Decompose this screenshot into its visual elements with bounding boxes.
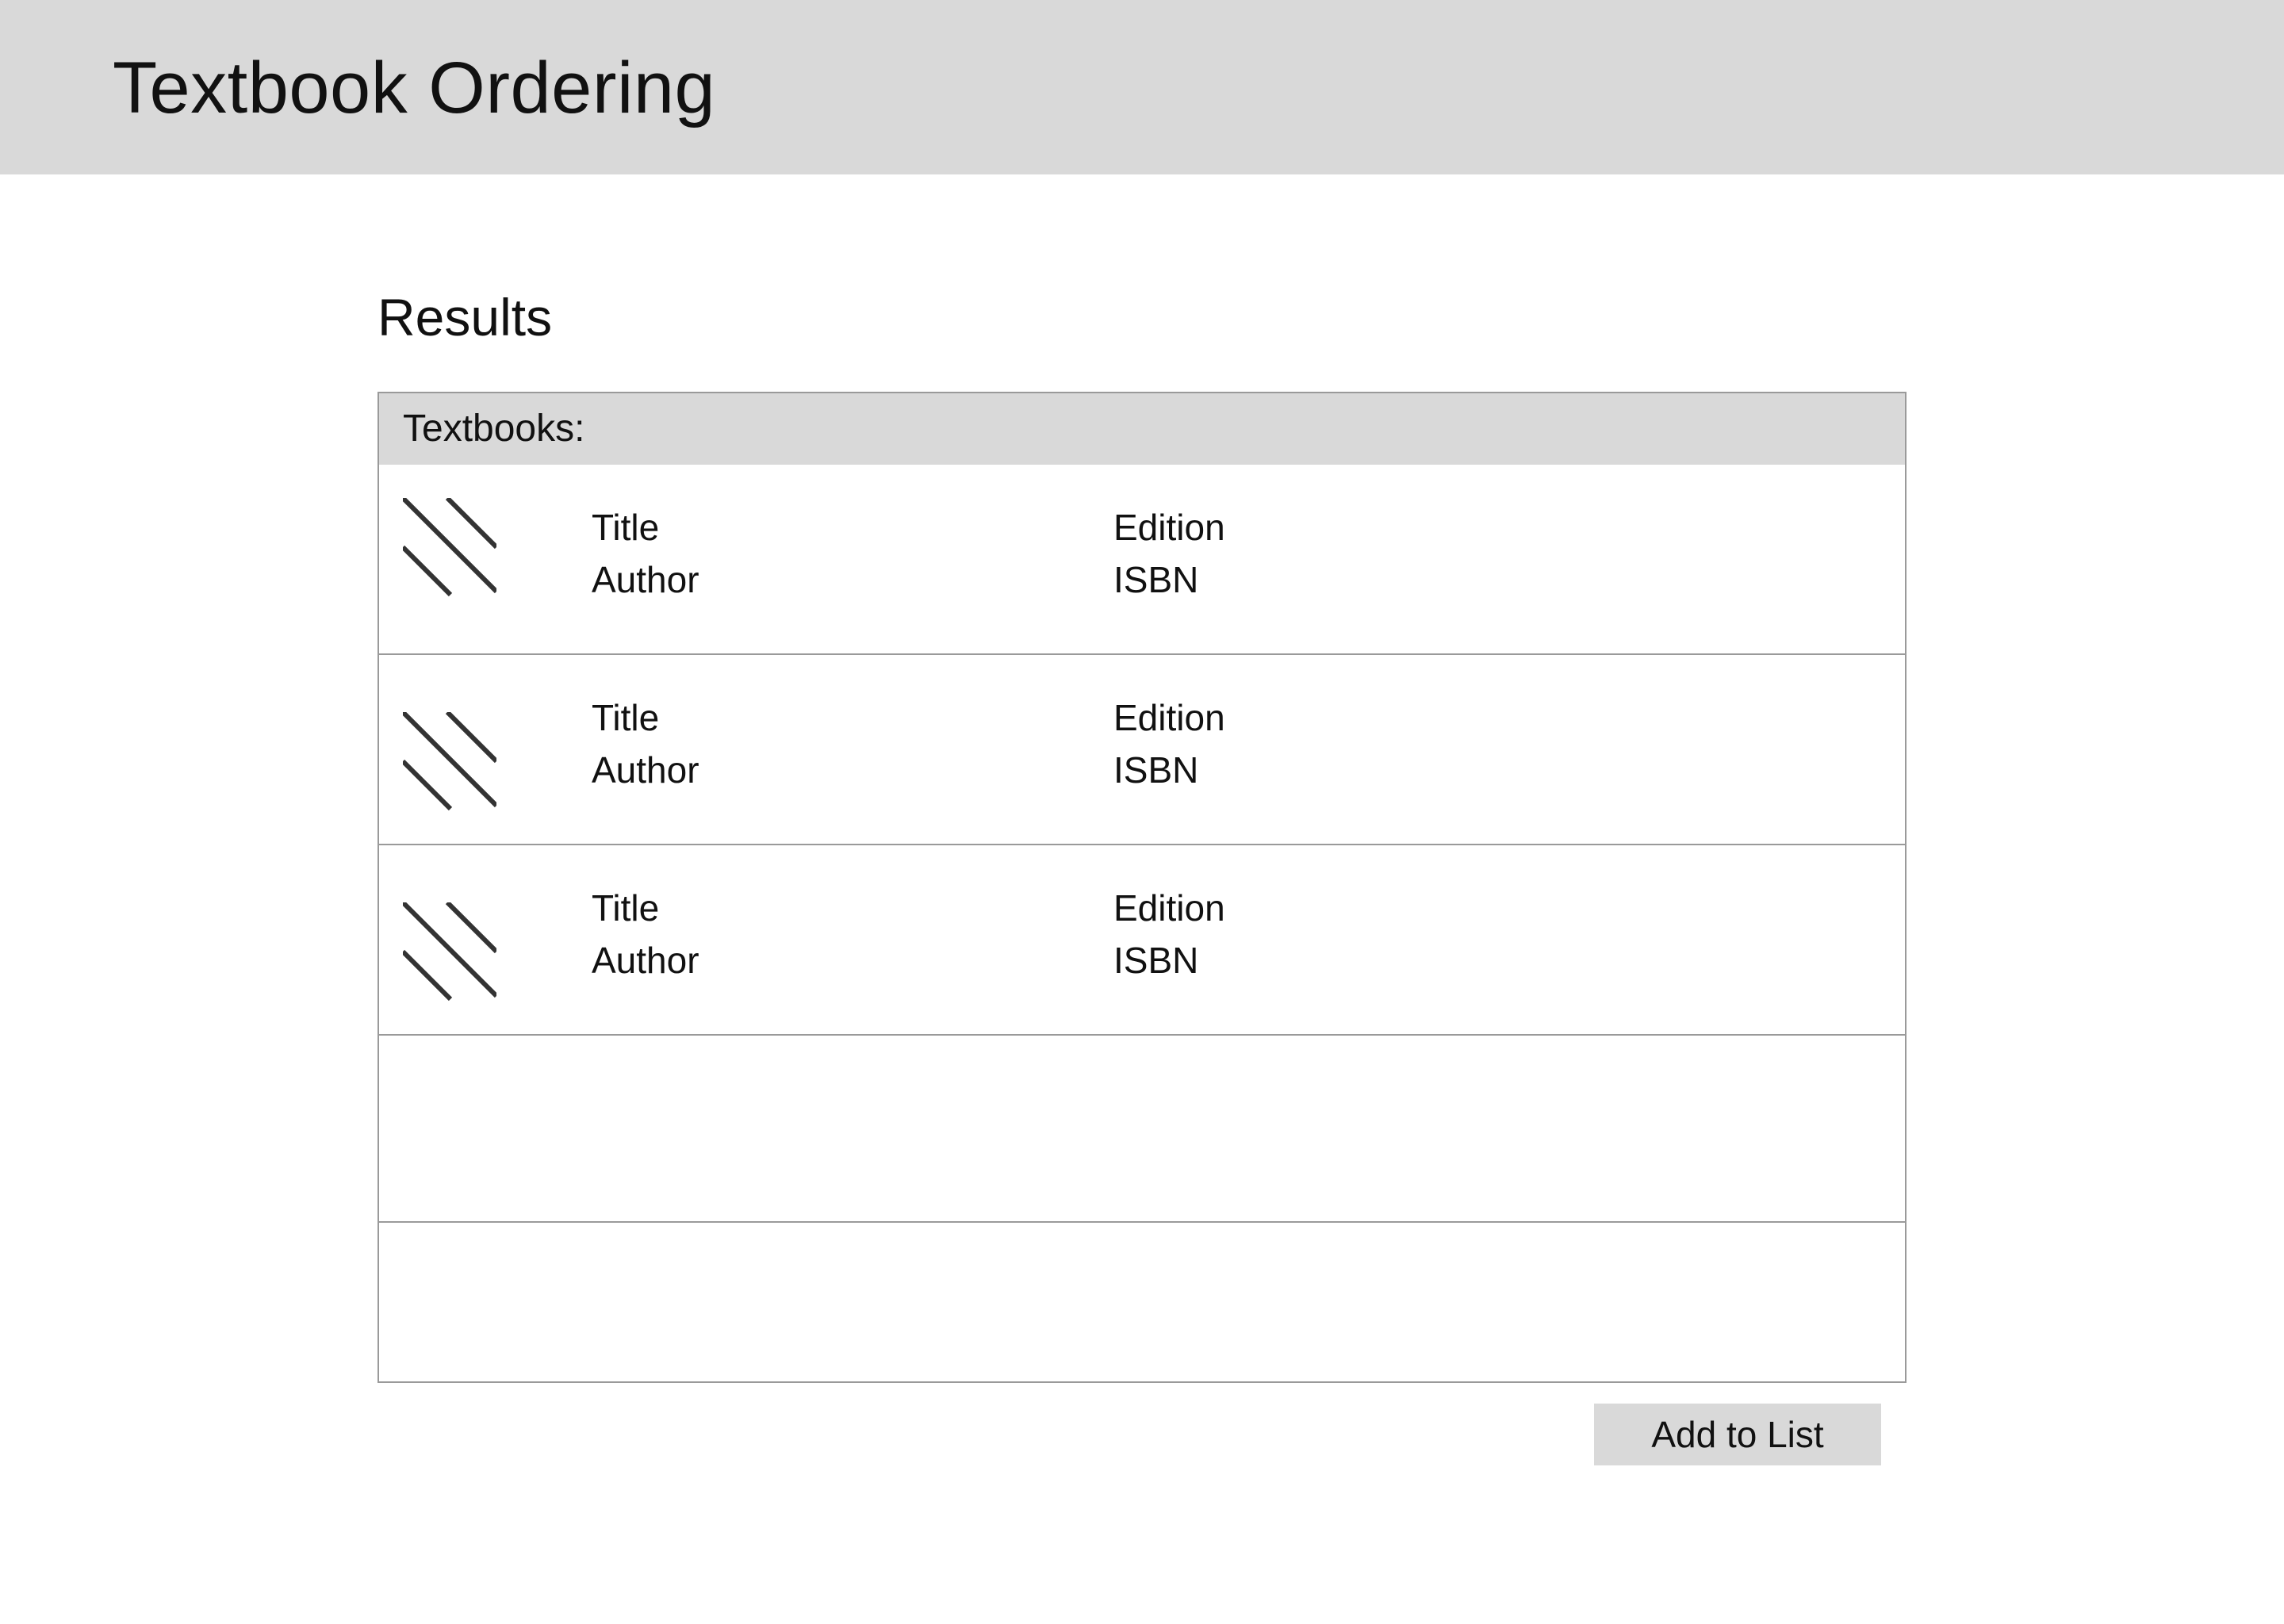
textbook-title: Title [592, 697, 660, 738]
results-heading: Results [377, 288, 553, 347]
textbook-isbn: ISBN [1113, 559, 1199, 600]
add-to-list-button[interactable]: Add to List [1594, 1404, 1881, 1465]
empty-row [379, 1036, 1905, 1223]
textbook-row[interactable]: Title Author Edition ISBN [379, 655, 1905, 845]
textbook-edition: Edition [1113, 507, 1225, 548]
image-placeholder-icon [403, 902, 496, 1009]
textbook-author: Author [592, 749, 699, 791]
textbook-title: Title [592, 887, 660, 929]
textbook-row[interactable]: Title Author Edition ISBN [379, 845, 1905, 1036]
empty-row [379, 1223, 1905, 1381]
textbook-edition: Edition [1113, 697, 1225, 738]
textbook-author: Author [592, 559, 699, 600]
textbook-isbn: ISBN [1113, 940, 1199, 981]
textbook-title: Title [592, 507, 660, 548]
app-title: Textbook Ordering [113, 48, 716, 128]
results-list-header: Textbooks: [379, 393, 1905, 465]
textbook-author: Author [592, 940, 699, 981]
textbook-row[interactable]: Title Author Edition ISBN [379, 465, 1905, 655]
image-placeholder-icon [403, 712, 496, 818]
textbook-results-list: Textbooks: Title Author Edition ISBN Tit… [377, 392, 1907, 1383]
app-header: Textbook Ordering [0, 0, 2284, 174]
textbook-isbn: ISBN [1113, 749, 1199, 791]
results-list-label: Textbooks: [403, 408, 585, 450]
image-placeholder-icon [403, 498, 496, 604]
textbook-edition: Edition [1113, 887, 1225, 929]
